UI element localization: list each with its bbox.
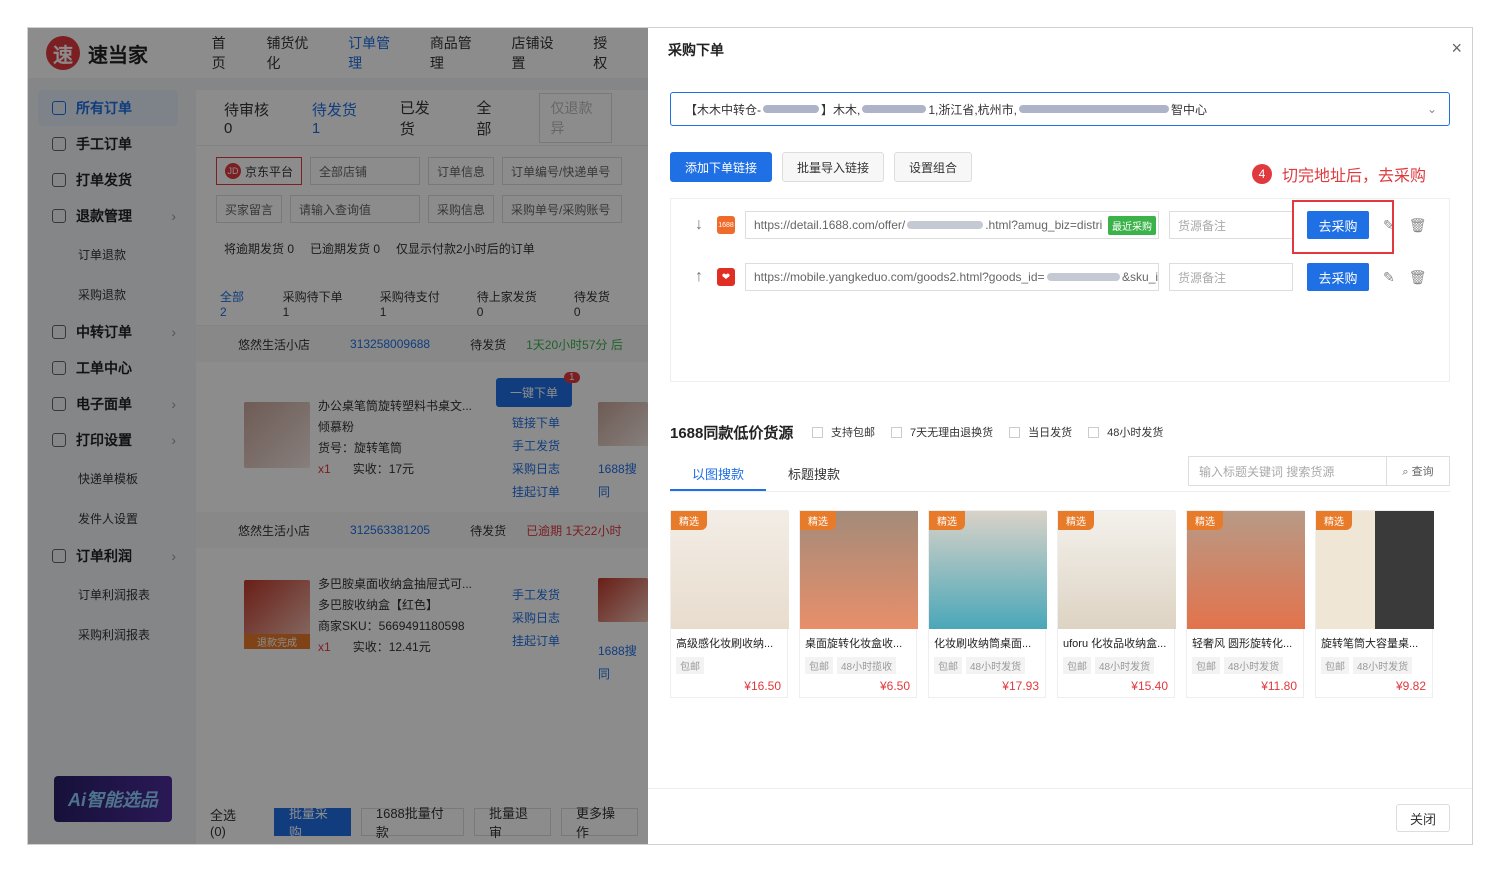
redacted-text <box>763 105 819 113</box>
card-meta: 包邮 48小时发货 <box>1316 651 1432 674</box>
featured-tag: 精选 <box>1187 511 1223 530</box>
product-image: 精选 <box>1058 511 1176 629</box>
address-part: 智中心 <box>1171 102 1208 117</box>
card-price: ¥16.50 <box>744 679 781 693</box>
close-icon[interactable]: × <box>1451 38 1462 59</box>
card-price: ¥15.40 <box>1131 679 1168 693</box>
link-url-input[interactable]: https://mobile.yangkeduo.com/goods2.html… <box>745 263 1159 291</box>
source-card[interactable]: 精选 轻奢风 圆形旋转化... 包邮 48小时发货 ¥11.80 <box>1186 510 1305 698</box>
card-title: 桌面旋转化妆盒收... <box>805 638 903 650</box>
card-price: ¥6.50 <box>879 679 910 693</box>
checkbox[interactable] <box>1009 426 1021 438</box>
link-url-input[interactable]: https://detail.1688.com/offer/ .html?amu… <box>745 211 1159 239</box>
card-title: uforu 化妆品收纳盒... <box>1063 638 1167 650</box>
address-part: 1,浙江省,杭州市, <box>928 102 1018 117</box>
url-text: &sku_i <box>1121 270 1158 284</box>
drawer-footer <box>648 788 1472 844</box>
tab-title-search[interactable]: 标题搜款 <box>766 456 862 491</box>
card-meta: 包邮 48小时发货 <box>1058 651 1174 674</box>
filter-7day-return[interactable]: 7天无理由退换货 <box>891 424 993 440</box>
card-title: 高级感化妆刷收纳... <box>676 638 774 650</box>
url-text: https://mobile.yangkeduo.com/goods2.html… <box>754 270 1045 284</box>
1688-icon: 1688 <box>717 216 735 234</box>
purchase-link-row: ↑ ❤ https://mobile.yangkeduo.com/goods2.… <box>671 259 1451 295</box>
source-filters: 支持包邮 7天无理由退换货 当日发货 48小时发货 <box>812 424 1179 440</box>
address-select[interactable]: 【木木中转仓- 】木木, 1,浙江省,杭州市, 智中心 ⌄ <box>670 92 1450 126</box>
card-price: ¥9.82 <box>1395 679 1426 693</box>
pinduoduo-icon: ❤ <box>717 268 735 286</box>
featured-tag: 精选 <box>929 511 965 530</box>
card-title: 化妆刷收纳筒桌面... <box>934 638 1032 650</box>
checkbox[interactable] <box>1088 426 1100 438</box>
source-card[interactable]: 精选 高级感化妆刷收纳... 包邮 ¥16.50 <box>670 510 789 698</box>
step-number: 4 <box>1252 164 1272 184</box>
card-meta: 包邮 48小时揽收 <box>800 651 916 674</box>
step-annotation: 4 切完地址后，去采购 <box>1252 162 1426 186</box>
source-card[interactable]: 精选 化妆刷收纳筒桌面... 包邮 48小时发货 ¥17.93 <box>928 510 1047 698</box>
trash-icon[interactable]: 🗑 <box>1409 269 1427 286</box>
redacted-text <box>1019 105 1170 113</box>
filter-48h[interactable]: 48小时发货 <box>1088 424 1163 440</box>
redacted-text <box>862 105 927 113</box>
trash-icon[interactable]: 🗑 <box>1409 217 1427 234</box>
product-image: 精选 <box>800 511 918 629</box>
drawer-title: 采购下单 <box>668 42 724 58</box>
move-up-icon[interactable]: ↑ <box>681 268 717 286</box>
order-management-app: 速 速当家 首页 铺货优化 订单管理 商品管理 店铺设置 授权 所有订单 手工订… <box>28 28 648 844</box>
address-part: 】木木, <box>821 102 861 117</box>
card-meta: 包邮 <box>671 651 787 674</box>
source-card[interactable]: 精选 uforu 化妆品收纳盒... 包邮 48小时发货 ¥15.40 <box>1057 510 1176 698</box>
url-text: .html?amug_biz=distri <box>985 218 1103 232</box>
batch-import-links-button[interactable]: 批量导入链接 <box>782 152 885 182</box>
source-card[interactable]: 精选 旋转笔筒大容量桌... 包邮 48小时发货 ¥9.82 <box>1315 510 1434 698</box>
card-price: ¥11.80 <box>1261 679 1297 693</box>
redacted-text <box>1046 273 1120 281</box>
product-image: 精选 <box>671 511 789 629</box>
card-title: 轻奢风 圆形旋转化... <box>1192 638 1293 650</box>
go-purchase-button[interactable]: 去采购 <box>1307 263 1369 291</box>
modal-overlay[interactable] <box>28 28 648 844</box>
product-image: 精选 <box>1187 511 1305 629</box>
redacted-text <box>907 221 984 229</box>
filter-free-shipping[interactable]: 支持包邮 <box>812 424 875 440</box>
url-text: https://detail.1688.com/offer/ <box>754 218 906 232</box>
checkbox[interactable] <box>891 426 902 438</box>
featured-tag: 精选 <box>1316 511 1352 530</box>
source-cards: 精选 高级感化妆刷收纳... 包邮 ¥16.50 精选 桌面旋转化妆盒收... … <box>670 510 1444 698</box>
card-meta: 包邮 48小时发货 <box>1187 651 1303 674</box>
featured-tag: 精选 <box>1058 511 1094 530</box>
edit-icon[interactable]: ✎ <box>1383 269 1395 286</box>
search-icon: ⌕ <box>1402 466 1412 478</box>
tab-image-search[interactable]: 以图搜款 <box>670 456 767 491</box>
close-button[interactable]: 关闭 <box>1396 804 1450 832</box>
filter-same-day[interactable]: 当日发货 <box>1009 424 1072 440</box>
card-price: ¥17.93 <box>1002 679 1039 693</box>
query-button[interactable]: ⌕ 查询 <box>1387 463 1449 479</box>
chevron-down-icon: ⌄ <box>1426 102 1437 116</box>
product-image: 精选 <box>1316 511 1434 629</box>
set-combination-button[interactable]: 设置组合 <box>894 152 973 182</box>
move-down-icon[interactable]: ↓ <box>681 216 717 234</box>
source-note-input[interactable]: 货源备注 <box>1169 263 1293 291</box>
address-part: 【木木中转仓- <box>685 102 761 117</box>
purchase-order-drawer: 采购下单 × 【木木中转仓- 】木木, 1,浙江省,杭州市, 智中心 ⌄ 添加下… <box>648 28 1472 844</box>
card-meta: 包邮 48小时发货 <box>929 651 1045 674</box>
source-note-input[interactable]: 货源备注 <box>1169 211 1293 239</box>
source-card[interactable]: 精选 桌面旋转化妆盒收... 包邮 48小时揽收 ¥6.50 <box>799 510 918 698</box>
low-price-source-title: 1688同款低价货源 <box>670 425 794 442</box>
add-order-link-button[interactable]: 添加下单链接 <box>670 152 773 182</box>
featured-tag: 精选 <box>800 511 836 530</box>
featured-tag: 精选 <box>671 511 707 530</box>
product-image: 精选 <box>929 511 1047 629</box>
link-button-row: 添加下单链接 批量导入链接 设置组合 <box>670 152 982 182</box>
highlight-box <box>1292 200 1394 254</box>
checkbox[interactable] <box>812 426 823 438</box>
app-window: 速 速当家 首页 铺货优化 订单管理 商品管理 店铺设置 授权 所有订单 手工订… <box>28 28 1472 844</box>
source-search: 输入标题关键词 搜索货源 ⌕ 查询 <box>1188 456 1450 486</box>
keyword-search-input[interactable]: 输入标题关键词 搜索货源 <box>1189 457 1387 485</box>
card-title: 旋转笔筒大容量桌... <box>1321 638 1419 650</box>
recent-purchase-tag: 最近采购 <box>1108 215 1156 235</box>
step-text: 切完地址后，去采购 <box>1282 168 1427 185</box>
